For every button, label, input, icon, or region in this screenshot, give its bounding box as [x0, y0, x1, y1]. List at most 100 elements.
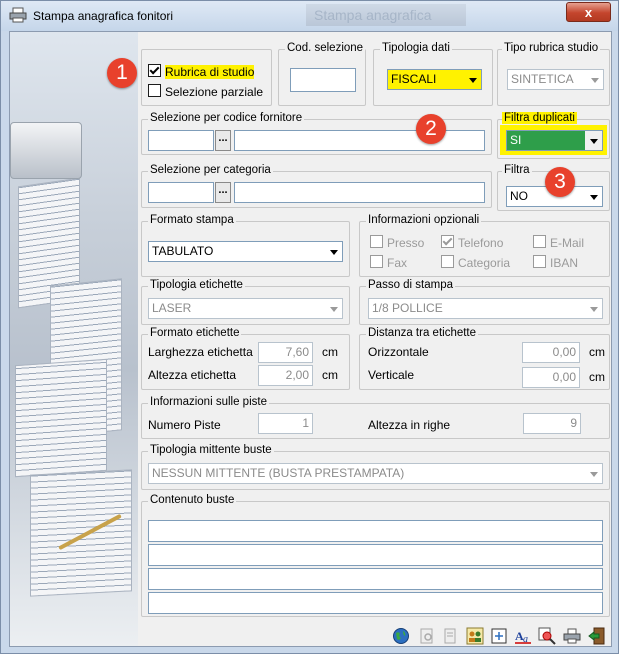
formato-etichette-group: Formato etichette Larghezza etichetta 7,…	[141, 327, 350, 390]
tipo-rubrica-legend: Tipo rubrica studio	[502, 42, 601, 54]
title-bar: Stampa anagrafica fonitori Stampa anagra…	[1, 1, 618, 31]
contenuto-line-2[interactable]	[148, 544, 603, 566]
contenuto-line-4[interactable]	[148, 592, 603, 614]
larghezza-unit: cm	[322, 345, 338, 359]
tipologia-etichette-legend: Tipologia etichette	[148, 279, 245, 291]
decorative-printer-image	[10, 32, 138, 646]
orizzontale-unit: cm	[589, 345, 605, 359]
formato-stampa-group: Formato stampa TABULATO	[141, 214, 350, 277]
chevron-down-icon[interactable]	[585, 464, 602, 483]
selezione-codice-legend: Selezione per codice fornitore	[148, 112, 305, 124]
parziale-label: Selezione parziale	[165, 85, 264, 99]
verticale-input[interactable]: 0,00	[522, 367, 580, 388]
tipologia-dati-legend: Tipologia dati	[380, 42, 452, 54]
altezza-righe-input[interactable]: 9	[523, 413, 581, 434]
chevron-down-icon[interactable]	[585, 299, 602, 318]
altezza-righe-label: Altezza in righe	[368, 418, 451, 432]
email-label: E-Mail	[550, 236, 585, 250]
printer-icon[interactable]	[563, 627, 581, 645]
rubrica-label: Rubrica di studio	[165, 65, 255, 79]
formato-etichette-legend: Formato etichette	[148, 327, 242, 339]
parziale-checkbox-box[interactable]	[148, 84, 161, 97]
altezza-unit: cm	[322, 368, 338, 382]
codice-lookup-button[interactable]: ...	[215, 130, 231, 151]
categoria-checkbox[interactable]: Categoria	[441, 255, 510, 270]
chevron-down-icon[interactable]	[464, 70, 481, 89]
exit-icon[interactable]	[588, 627, 606, 645]
chevron-down-icon[interactable]	[585, 187, 602, 206]
annotation-badge-1: 1	[107, 58, 137, 88]
piste-legend: Informazioni sulle piste	[148, 396, 269, 408]
filtra-duplicati-select[interactable]: SI	[506, 130, 603, 151]
altezza-input[interactable]: 2,00	[258, 365, 313, 386]
passo-stampa-legend: Passo di stampa	[366, 279, 456, 291]
cod-selezione-input[interactable]	[290, 68, 356, 92]
fax-checkbox[interactable]: Fax	[370, 255, 407, 270]
close-button[interactable]: x	[566, 2, 611, 22]
categoria-label: Categoria	[458, 256, 511, 270]
tipologia-etichette-value: LASER	[152, 301, 192, 315]
parziale-checkbox[interactable]: Selezione parziale	[148, 84, 263, 99]
passo-stampa-select[interactable]: 1/8 POLLICE	[368, 298, 603, 319]
filtra-legend: Filtra	[502, 164, 532, 176]
telefono-checkbox[interactable]: Telefono	[441, 235, 503, 250]
numero-piste-input[interactable]: 1	[258, 413, 313, 434]
formato-stampa-value: TABULATO	[152, 244, 214, 258]
info-opzionali-group: Informazioni opzionali Presso Telefono E…	[359, 214, 610, 277]
selezione-categoria-group: Selezione per categoria ...	[141, 164, 492, 208]
codice-fornitore-input[interactable]	[148, 130, 214, 151]
verticale-unit: cm	[589, 370, 605, 384]
chevron-down-icon[interactable]	[586, 70, 603, 89]
contenuto-buste-group: Contenuto buste	[141, 494, 610, 617]
document-disabled-icon[interactable]	[441, 627, 459, 645]
larghezza-label: Larghezza etichetta	[148, 345, 253, 359]
filtra-duplicati-value: SI	[510, 133, 522, 147]
print-dialog-window: Stampa anagrafica fonitori Stampa anagra…	[0, 0, 619, 654]
presso-label: Presso	[387, 236, 425, 250]
mittente-value: NESSUN MITTENTE (BUSTA PRESTAMPATA)	[152, 466, 405, 480]
mittente-select[interactable]: NESSUN MITTENTE (BUSTA PRESTAMPATA)	[148, 463, 603, 484]
info-opzionali-legend: Informazioni opzionali	[366, 214, 482, 226]
selection-group: Rubrica di studio Selezione parziale	[141, 49, 272, 106]
preview-disabled-icon[interactable]	[418, 627, 436, 645]
passo-stampa-value: 1/8 POLLICE	[372, 301, 443, 315]
verticale-label: Verticale	[368, 368, 415, 382]
tipo-rubrica-group: Tipo rubrica studio SINTETICA	[497, 42, 610, 106]
categoria-code-input[interactable]	[148, 182, 214, 203]
tipologia-dati-select[interactable]: FISCALI	[387, 69, 482, 90]
font-icon[interactable]: A a	[514, 627, 532, 645]
filtra-value: NO	[510, 189, 528, 203]
chevron-down-icon[interactable]	[585, 131, 602, 150]
iban-checkbox[interactable]: IBAN	[533, 255, 578, 270]
orizzontale-input[interactable]: 0,00	[522, 342, 580, 363]
tipologia-dati-value: FISCALI	[391, 72, 437, 86]
altezza-label: Altezza etichetta	[148, 368, 237, 382]
cod-selezione-group: Cod. selezione	[278, 42, 366, 106]
tipo-rubrica-select[interactable]: SINTETICA	[507, 69, 604, 90]
filtra-duplicati-legend: Filtra duplicati	[502, 112, 577, 124]
chevron-down-icon[interactable]	[325, 299, 342, 318]
iban-label: IBAN	[550, 256, 579, 270]
users-icon[interactable]	[466, 627, 484, 645]
rubrica-checkbox-box[interactable]	[148, 64, 161, 77]
contenuto-line-1[interactable]	[148, 520, 603, 542]
categoria-lookup-button[interactable]: ...	[215, 182, 231, 203]
filtra-duplicati-group: Filtra duplicati SI	[497, 112, 610, 159]
globe-icon[interactable]	[392, 627, 410, 645]
zoom-icon[interactable]	[538, 627, 556, 645]
larghezza-input[interactable]: 7,60	[258, 342, 313, 363]
rubrica-checkbox[interactable]: Rubrica di studio	[148, 64, 255, 79]
tipologia-etichette-select[interactable]: LASER	[148, 298, 343, 319]
title-ghost: Stampa anagrafica	[306, 4, 466, 26]
tipologia-dati-group: Tipologia dati FISCALI	[373, 42, 493, 106]
codice-descrizione-input[interactable]	[234, 130, 485, 151]
categoria-descrizione-input[interactable]	[234, 182, 485, 203]
selezione-categoria-legend: Selezione per categoria	[148, 164, 273, 176]
contenuto-line-3[interactable]	[148, 568, 603, 590]
presso-checkbox[interactable]: Presso	[370, 235, 424, 250]
formato-stampa-select[interactable]: TABULATO	[148, 241, 343, 262]
annotation-badge-3: 3	[545, 167, 575, 197]
page-setup-icon[interactable]	[490, 627, 508, 645]
email-checkbox[interactable]: E-Mail	[533, 235, 584, 250]
chevron-down-icon[interactable]	[325, 242, 342, 261]
